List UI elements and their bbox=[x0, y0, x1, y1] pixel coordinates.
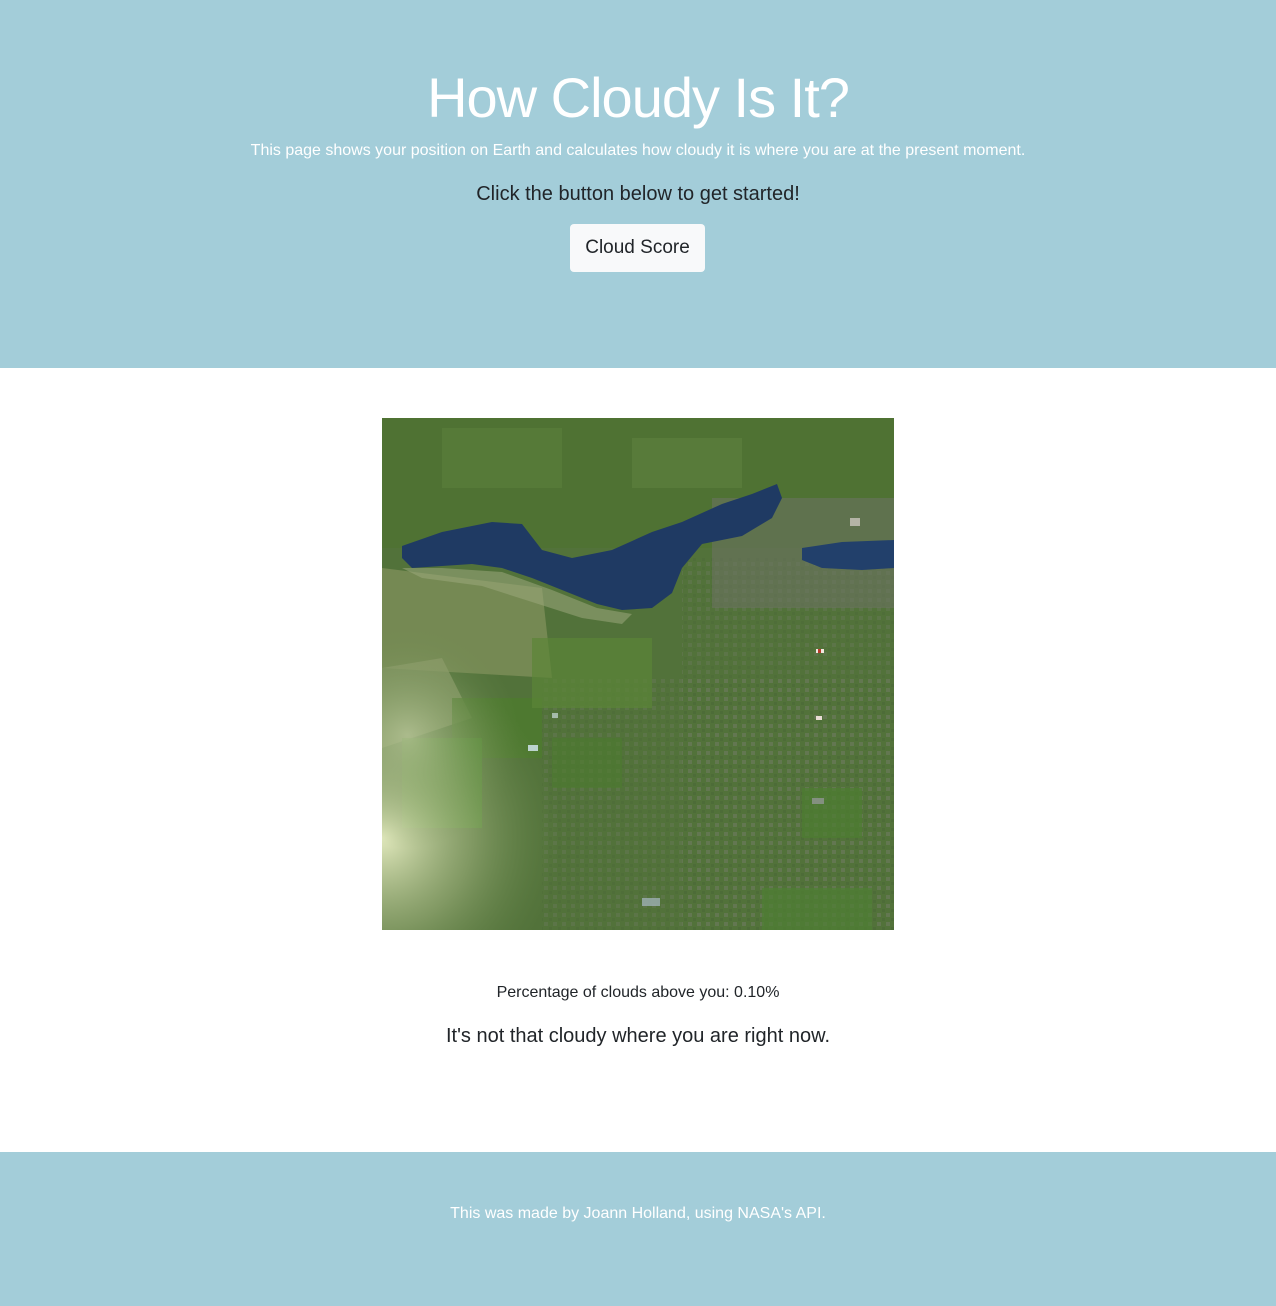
cloudiness-verdict: It's not that cloudy where you are right… bbox=[445, 1025, 831, 1047]
page-title: How Cloudy Is It? bbox=[427, 66, 850, 129]
cloud-percentage-text: Percentage of clouds above you: 0.10% bbox=[496, 984, 780, 1001]
page-description: This page shows your position on Earth a… bbox=[250, 142, 1026, 159]
cloud-score-button[interactable]: Cloud Score bbox=[570, 224, 705, 272]
page-footer: This was made by Joann Holland, using NA… bbox=[0, 1152, 1276, 1306]
hero-header: How Cloudy Is It? This page shows your p… bbox=[0, 0, 1276, 368]
satellite-image bbox=[382, 418, 894, 930]
footer-credit: This was made by Joann Holland, using NA… bbox=[450, 1205, 826, 1222]
call-to-action-text: Click the button below to get started! bbox=[476, 183, 800, 205]
